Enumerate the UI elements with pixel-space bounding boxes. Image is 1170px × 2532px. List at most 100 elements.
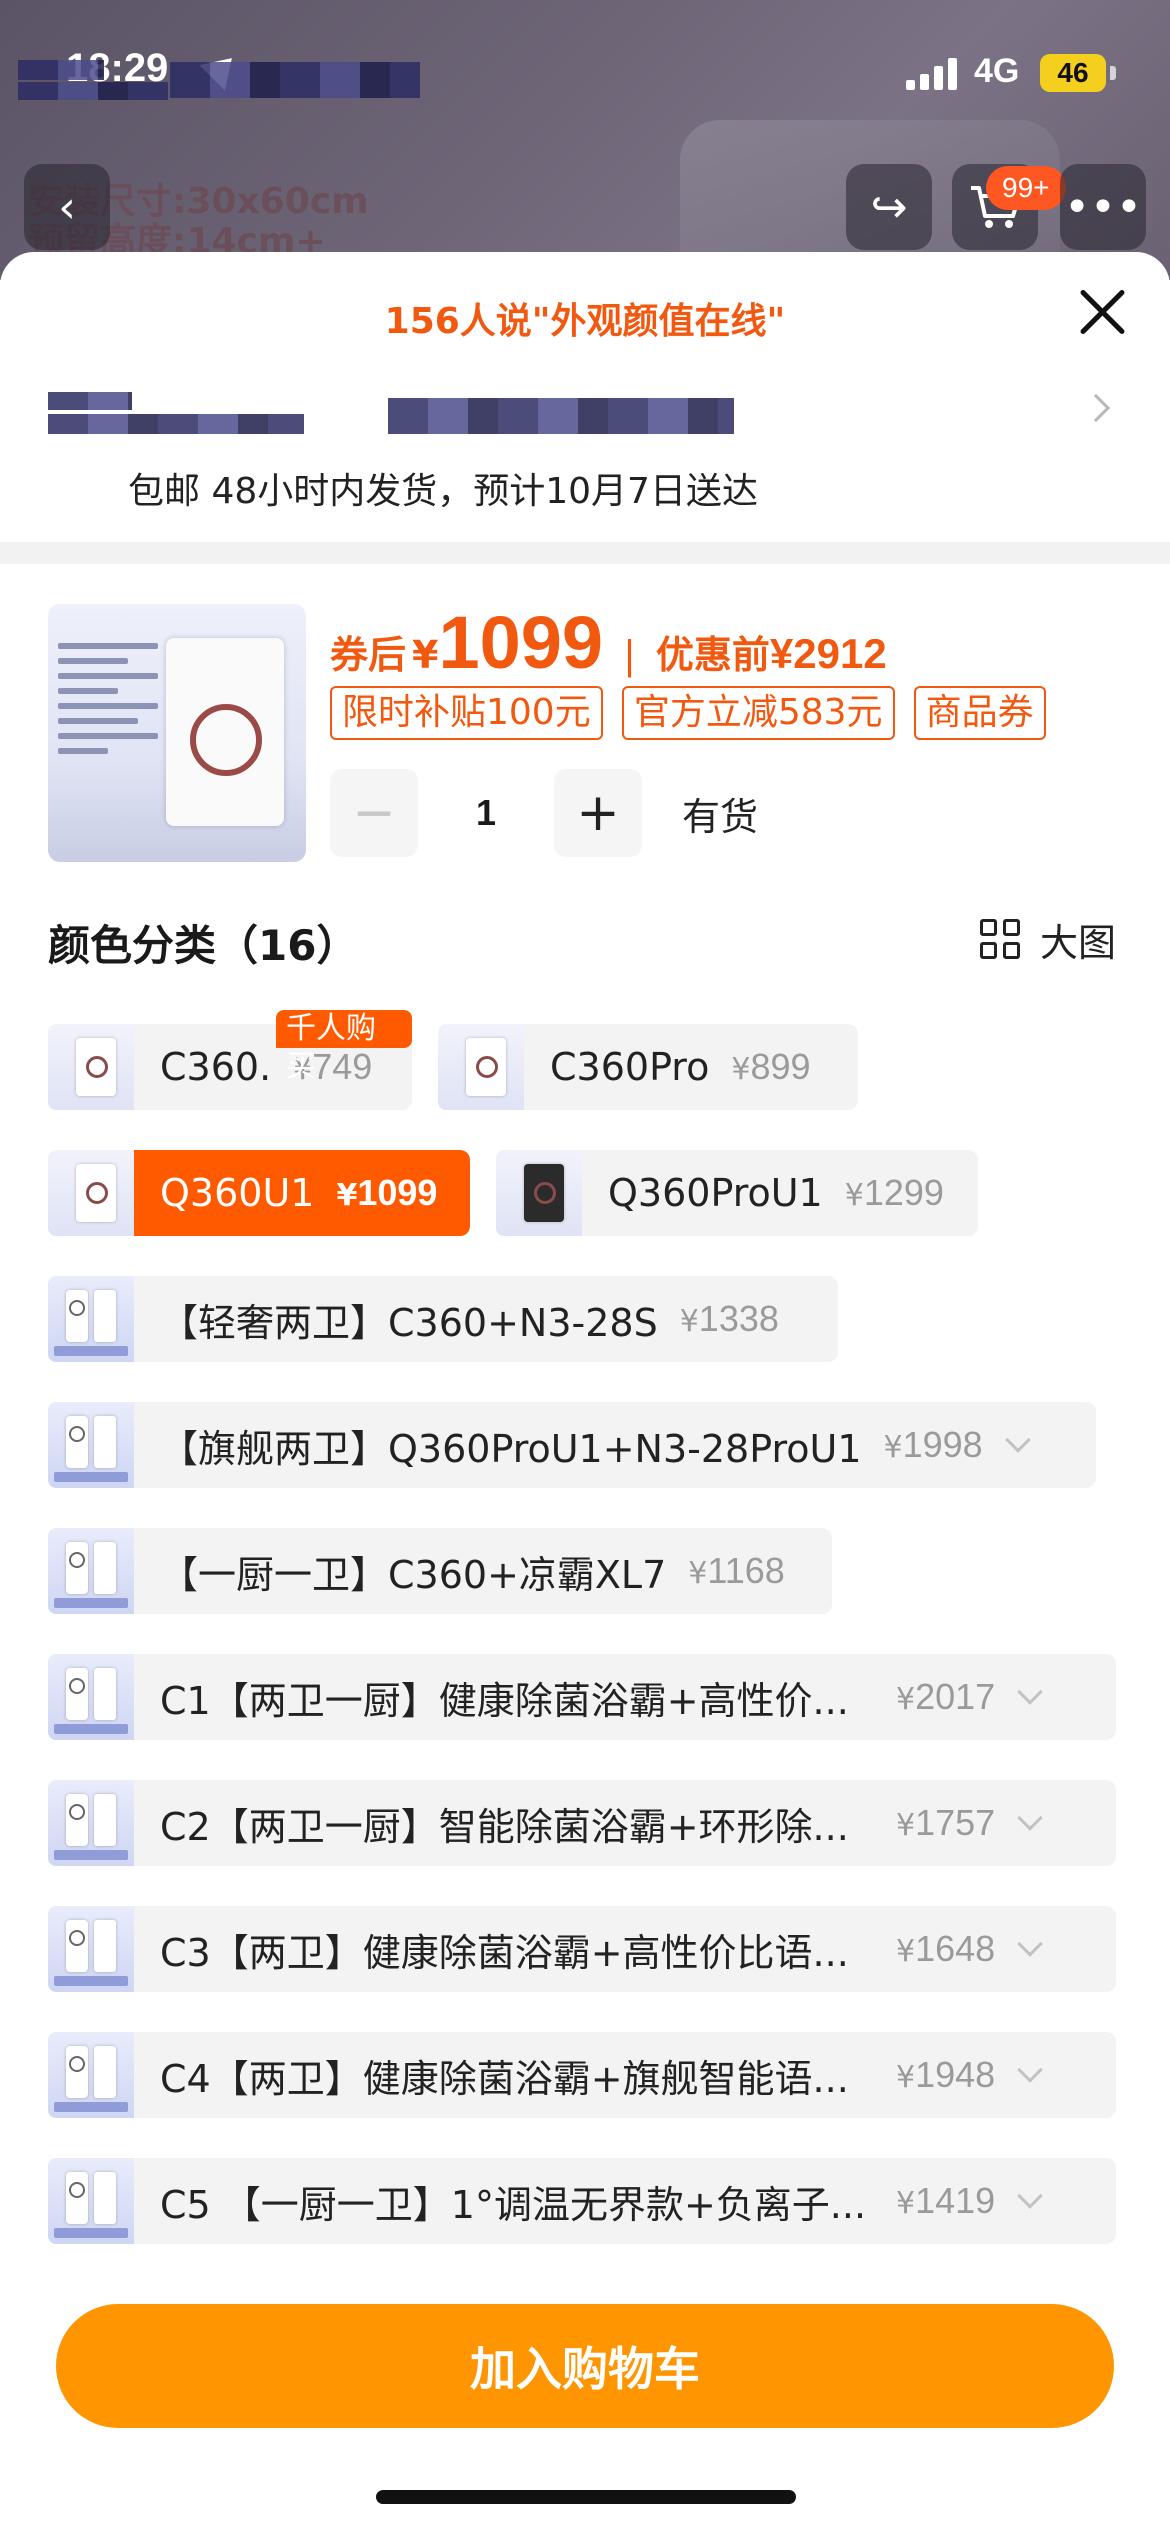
sku-option[interactable]: C2【两卫一厨】智能除菌浴霸+环形除... ¥1757 [48,1780,1116,1866]
chevron-down-icon[interactable] [1017,1679,1043,1705]
cart-count-badge: 99+ [986,166,1066,210]
quantity-value[interactable]: 1 [418,792,554,834]
sku-price: ¥1998 [883,1424,983,1465]
sku-price: ¥1757 [896,1802,996,1843]
sku-thumbnail [48,1276,134,1362]
final-price: 1099 [438,601,604,684]
selected-sku-thumbnail[interactable] [48,604,306,862]
close-icon[interactable] [1072,282,1132,342]
sku-name: C1【两卫一厨】健康除菌浴霸+高性价... [160,1678,849,1723]
promo-tags: 限时补贴100元 官方立减583元 商品券 [330,686,1086,742]
original-price-label: 优惠前 [655,633,770,677]
color-category-title: 颜色分类（16） [48,921,359,970]
sku-thumbnail [48,1024,134,1110]
chevron-down-icon[interactable] [1004,1427,1031,1453]
grid-icon [980,918,1022,961]
sku-price: ¥1948 [896,2054,996,2095]
big-image-toggle[interactable]: 大图 [980,912,1116,967]
sku-option[interactable]: Q360ProU1 ¥1299 [496,1150,978,1236]
battery-icon: 46 [1040,54,1106,92]
sku-thumbnail [48,1654,134,1740]
chevron-down-icon[interactable] [1017,1805,1043,1831]
sku-option[interactable]: C4【两卫】健康除菌浴霸+旗舰智能语... ¥1948 [48,2032,1116,2118]
battery-tip [1110,66,1116,80]
sku-thumbnail [48,2158,134,2244]
sku-price: ¥1338 [679,1298,779,1339]
sku-thumbnail [48,1906,134,1992]
after-coupon-label: 券后 [330,633,407,677]
chevron-down-icon[interactable] [1017,1931,1043,1957]
sku-option-selected[interactable]: Q360U1 ¥1099 [48,1150,470,1236]
sku-name: Q360ProU1 [608,1171,823,1215]
hot-sale-tag: 千人购买 [276,1010,412,1084]
sku-thumbnail [48,1402,134,1488]
blurred-address [48,392,132,410]
sku-name: C3【两卫】健康除菌浴霸+高性价比语... [160,1930,849,1975]
stock-status: 有货 [682,794,759,839]
blurred-shop-name [18,82,168,100]
sku-name: 【一厨一卫】C360+凉霸XL7 [160,1552,667,1597]
bath-heater-ring [190,704,262,776]
sku-thumbnail [496,1150,582,1236]
review-headline: 156人说"外观颜值在线" [384,301,786,342]
sku-name: 【旗舰两卫】Q360ProU1+N3-28ProU1 [160,1426,862,1471]
sku-option[interactable]: 【一厨一卫】C360+凉霸XL7 ¥1168 [48,1528,832,1614]
sku-thumbnail [48,1780,134,1866]
sku-name: 【轻奢两卫】C360+N3-28S [160,1300,658,1345]
price-row: 券后 ¥ 1099 | 优惠前 ¥2912 [330,600,887,690]
home-indicator [376,2490,796,2504]
sku-price: ¥1299 [844,1172,944,1213]
sku-price: ¥899 [731,1046,811,1087]
shipping-info: 包邮 48小时内发货，预计10月7日送达 [128,471,758,512]
share-icon: ↪ [870,181,908,233]
blurred-shop-name [170,62,420,98]
chevron-left-icon: ‹ [58,181,76,233]
sku-option[interactable]: C1【两卫一厨】健康除菌浴霸+高性价... ¥2017 [48,1654,1116,1740]
sku-option[interactable]: C360Pro ¥899 [438,1024,858,1110]
sku-thumbnail [48,1150,134,1236]
sku-name: C360Pro [550,1045,710,1089]
sku-option[interactable]: C5 【一厨一卫】1°调温无界款+负离子... ¥1419 [48,2158,1116,2244]
sku-price: ¥1099 [336,1172,438,1213]
blurred-shop-name [18,60,104,80]
cellular-signal-icon [906,56,958,90]
sku-price: ¥2017 [896,1676,996,1717]
blurred-address [388,398,734,434]
thumbnail-spec-text [58,634,158,763]
back-button[interactable]: ‹ [24,164,110,250]
price-separator: | [623,633,636,677]
increase-quantity-button[interactable]: + [554,769,642,857]
decrease-quantity-button[interactable]: − [330,769,418,857]
sku-price: ¥1168 [688,1550,785,1591]
sku-option[interactable]: C360. ¥749 千人购买 [48,1010,412,1110]
big-image-label: 大图 [1040,921,1117,965]
sku-option[interactable]: 【旗舰两卫】Q360ProU1+N3-28ProU1 ¥1998 [48,1402,1096,1488]
more-icon: ••• [1064,181,1142,233]
promo-tag: 商品券 [913,686,1046,740]
currency-symbol: ¥ [412,633,439,677]
section-divider [0,542,1170,564]
sku-thumbnail [48,1528,134,1614]
sku-name: C2【两卫一厨】智能除菌浴霸+环形除... [160,1804,849,1849]
sku-price: ¥1419 [896,2180,996,2221]
promo-tag: 官方立减583元 [621,686,895,740]
share-button[interactable]: ↪ [846,164,932,250]
sku-price: ¥1648 [896,1928,996,1969]
sku-name: C5 【一厨一卫】1°调温无界款+负离子... [160,2182,867,2227]
chevron-down-icon[interactable] [1017,2057,1043,2083]
sku-thumbnail [48,2032,134,2118]
blurred-address [48,414,304,434]
sku-option[interactable]: 【轻奢两卫】C360+N3-28S ¥1338 [48,1276,838,1362]
quantity-stepper: − 1 + 有货 [330,768,758,858]
sku-name: C360. [160,1045,272,1089]
add-to-cart-button[interactable]: 加入购物车 [56,2304,1114,2428]
sku-name: Q360U1 [160,1171,315,1215]
network-type: 4G [974,52,1020,90]
sku-name: C4【两卫】健康除菌浴霸+旗舰智能语... [160,2056,849,2101]
chevron-down-icon[interactable] [1017,2183,1043,2209]
sku-thumbnail [438,1024,524,1110]
promo-tag: 限时补贴100元 [330,686,603,740]
sku-option[interactable]: C3【两卫】健康除菌浴霸+高性价比语... ¥1648 [48,1906,1116,1992]
more-button[interactable]: ••• [1060,164,1146,250]
delivery-address-row[interactable] [48,386,1128,446]
